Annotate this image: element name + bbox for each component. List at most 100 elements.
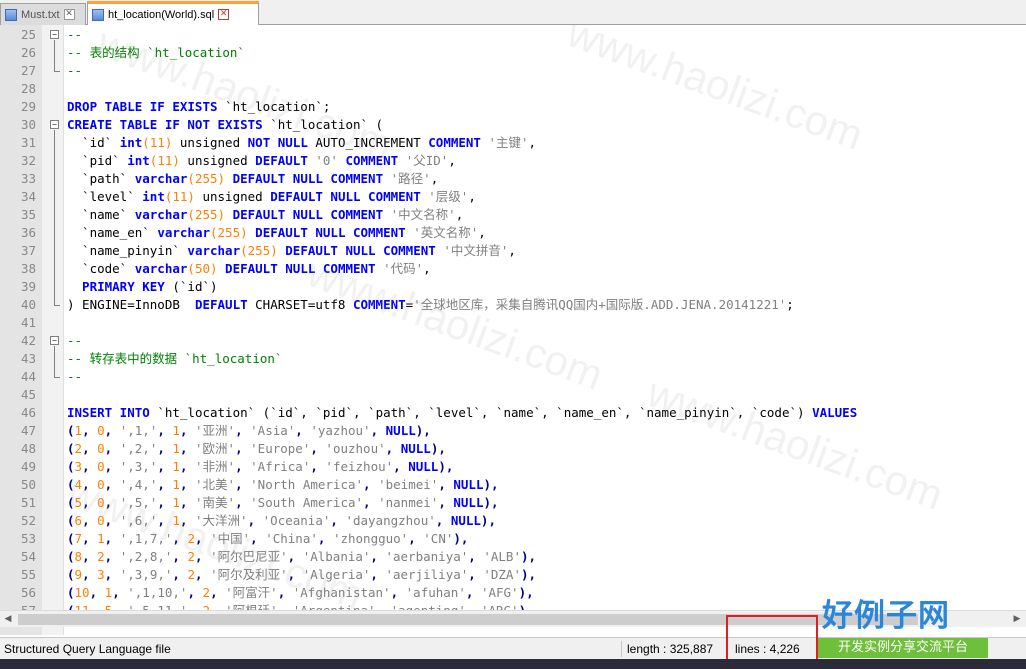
code-line: (5, 0, ',5,', 1, '南美', 'South America', … bbox=[67, 494, 499, 512]
fold-toggle-icon[interactable]: − bbox=[50, 30, 59, 39]
code-token: 0 bbox=[97, 495, 105, 510]
code-token: , bbox=[104, 513, 120, 528]
line-number: 39 bbox=[20, 279, 36, 294]
code-token: , bbox=[438, 495, 454, 510]
code-token: AUTO_INCREMENT bbox=[307, 135, 429, 150]
code-token: , bbox=[478, 225, 486, 240]
code-line: `name_en` varchar(255) DEFAULT NULL COMM… bbox=[67, 224, 486, 242]
code-token: ',2,8,' bbox=[119, 549, 173, 564]
line-number: 49 bbox=[20, 459, 36, 474]
code-token: COMMENT bbox=[428, 135, 481, 150]
code-token: , bbox=[179, 459, 196, 474]
code-token: 8 bbox=[74, 549, 83, 564]
code-token: int bbox=[127, 153, 150, 168]
code-token: NOT NULL bbox=[247, 135, 308, 150]
code-token: , bbox=[310, 441, 326, 456]
code-token: varchar bbox=[134, 171, 188, 186]
code-token: 'Algeria' bbox=[302, 567, 371, 582]
code-token: unsigned bbox=[172, 135, 248, 150]
code-token: 10 bbox=[74, 585, 90, 600]
code-token: '大洋洲' bbox=[195, 513, 248, 528]
code-line: `name` varchar(255) DEFAULT NULL COMMENT… bbox=[67, 206, 463, 224]
code-token: 0 bbox=[97, 423, 105, 438]
fold-toggle-icon[interactable]: − bbox=[50, 120, 59, 129]
code-token: , bbox=[104, 459, 120, 474]
code-token: '中国' bbox=[210, 531, 251, 546]
code-token: DEFAULT NULL COMMENT bbox=[247, 225, 406, 240]
code-token: -- 转存表中的数据 `ht_location` bbox=[67, 351, 283, 366]
code-token: (255) bbox=[187, 207, 226, 222]
code-token: (50) bbox=[187, 261, 218, 276]
code-token: 'Albania' bbox=[302, 549, 371, 564]
code-token: , bbox=[235, 477, 251, 492]
code-token: int bbox=[119, 135, 143, 150]
tab-ht-location-sql[interactable]: ht_location(World).sql ✕ bbox=[87, 1, 259, 25]
fold-toggle-icon[interactable]: − bbox=[50, 336, 59, 345]
code-token: , bbox=[104, 441, 120, 456]
code-token: '路径' bbox=[383, 171, 431, 186]
code-token: , bbox=[195, 531, 211, 546]
code-token: , bbox=[455, 207, 464, 222]
code-token: VALUES bbox=[812, 405, 858, 420]
length-indicator: length : 325,887 bbox=[627, 642, 714, 656]
code-token: `id` bbox=[67, 135, 120, 150]
code-token: 'DZA' bbox=[483, 567, 521, 582]
code-line: (9, 3, ',3,9,', 2, '阿尔及利亚', 'Algeria', '… bbox=[67, 566, 536, 584]
code-token: , bbox=[89, 585, 105, 600]
code-token: , bbox=[179, 477, 196, 492]
code-token: ( bbox=[67, 567, 75, 582]
fold-margin bbox=[42, 25, 64, 635]
line-number: 53 bbox=[20, 531, 36, 546]
code-token: unsigned bbox=[194, 189, 271, 204]
code-token: 'yazhou' bbox=[310, 423, 371, 438]
code-token: ',3,' bbox=[119, 459, 158, 474]
tab-label: Must.txt bbox=[21, 8, 60, 21]
close-icon[interactable]: ✕ bbox=[63, 9, 75, 20]
code-token: , bbox=[468, 567, 484, 582]
close-icon[interactable]: ✕ bbox=[218, 9, 230, 20]
code-token: 'feizhou' bbox=[325, 459, 394, 474]
code-token: , bbox=[370, 567, 386, 582]
code-token: ), bbox=[430, 441, 446, 456]
line-number: 30 bbox=[20, 117, 36, 132]
code-token: unsigned bbox=[179, 153, 256, 168]
code-line: DROP TABLE IF EXISTS `ht_location`; bbox=[67, 98, 330, 116]
code-line: PRIMARY KEY (`id`) bbox=[67, 278, 217, 296]
code-token: 0 bbox=[97, 477, 105, 492]
code-token: '父ID' bbox=[398, 153, 449, 168]
code-token: 1 bbox=[172, 477, 180, 492]
logo-main-text: 好例子网 bbox=[822, 598, 950, 634]
tab-must-txt[interactable]: Must.txt ✕ bbox=[0, 3, 86, 25]
code-token: NULL bbox=[453, 495, 484, 510]
file-icon bbox=[5, 8, 17, 21]
code-token: 0 bbox=[97, 441, 105, 456]
code-token: ( bbox=[67, 531, 75, 546]
code-token: , bbox=[82, 549, 98, 564]
code-token: -- 表的结构 `ht_location` bbox=[67, 45, 245, 60]
code-line: `name_pinyin` varchar(255) DEFAULT NULL … bbox=[67, 242, 516, 260]
code-token: , bbox=[393, 459, 409, 474]
code-token: ( bbox=[67, 513, 75, 528]
code-token: 'CN' bbox=[423, 531, 454, 546]
code-token: , bbox=[112, 585, 128, 600]
code-token: '非洲' bbox=[195, 459, 236, 474]
code-token: 'China' bbox=[265, 531, 318, 546]
code-token: , bbox=[82, 423, 98, 438]
code-token: , bbox=[330, 513, 346, 528]
line-number: 34 bbox=[20, 189, 36, 204]
code-editor[interactable]: 25 -- 26 -- 表的结构 `ht_location` 27 -- 28 29 DROP … bbox=[0, 25, 1026, 635]
scroll-right-arrow-icon[interactable]: ▶ bbox=[1010, 613, 1024, 626]
code-token: 'aerbaniya' bbox=[385, 549, 469, 564]
code-line: -- bbox=[67, 26, 82, 44]
code-token: , bbox=[247, 513, 263, 528]
code-token: `name_pinyin` bbox=[67, 243, 188, 258]
code-token: `code` bbox=[67, 261, 135, 276]
code-token: '亚洲' bbox=[195, 423, 236, 438]
scroll-left-arrow-icon[interactable]: ◀ bbox=[1, 613, 15, 626]
code-token: CREATE TABLE IF NOT EXISTS bbox=[67, 117, 263, 132]
code-token: , bbox=[157, 495, 173, 510]
code-token: -- bbox=[67, 369, 83, 384]
code-token: DEFAULT bbox=[255, 153, 308, 168]
code-token: , bbox=[317, 531, 333, 546]
code-token: CHARSET=utf8 bbox=[247, 297, 353, 312]
